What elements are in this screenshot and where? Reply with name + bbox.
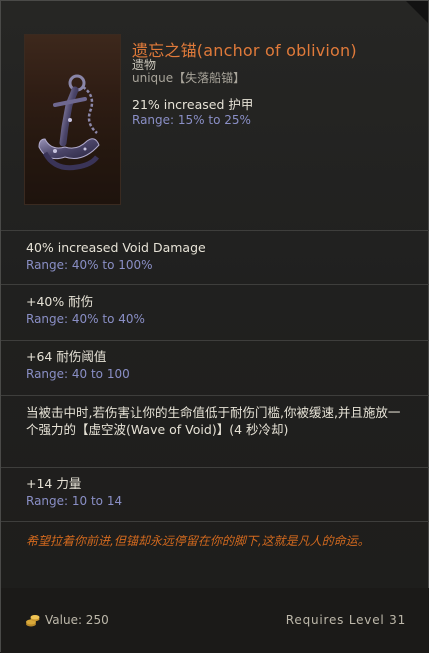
level-requirement: Requires Level 31: [285, 613, 406, 627]
item-value: Value: 250: [45, 613, 109, 627]
item-tooltip: 遗忘之锚(anchor of oblivion) 遗物 unique【失落船锚】…: [0, 0, 429, 653]
mod-row: +40% 耐伤 Range: 40% to 40%: [26, 293, 406, 328]
mod-text: 40% increased Void Damage: [26, 240, 206, 255]
anchor-icon: [24, 34, 121, 205]
item-name: 遗忘之锚(anchor of oblivion): [132, 41, 357, 60]
mod-text: 当被击中时,若伤害让你的生命值低于耐伤门槛,你被缓速,并且施放一个强力的【虚空波…: [26, 405, 401, 437]
mod-text: +64 耐伤阈值: [26, 349, 107, 364]
mod-range: Range: 40 to 100: [26, 367, 130, 381]
implicit-mod: 21% increased 护甲: [132, 97, 254, 112]
implicit-range: Range: 15% to 25%: [132, 113, 251, 127]
gold-coins-icon: [24, 611, 42, 629]
mod-row: 当被击中时,若伤害让你的生命值低于耐伤门槛,你被缓速,并且施放一个强力的【虚空波…: [26, 404, 406, 438]
mod-range: Range: 40% to 100%: [26, 258, 153, 272]
divider: [1, 521, 429, 522]
mod-text: +40% 耐伤: [26, 294, 94, 309]
divider: [1, 467, 429, 468]
mod-row: +14 力量 Range: 10 to 14: [26, 475, 406, 510]
mod-row: +64 耐伤阈值 Range: 40 to 100: [26, 348, 406, 383]
item-rarity: unique【失落船锚】: [132, 71, 246, 85]
mod-range: Range: 10 to 14: [26, 494, 123, 508]
divider: [1, 340, 429, 341]
mod-text: +14 力量: [26, 476, 82, 491]
item-header: 遗忘之锚(anchor of oblivion) 遗物 unique【失落船锚】…: [1, 1, 429, 230]
mod-range: Range: 40% to 40%: [26, 312, 145, 326]
mod-row: 40% increased Void Damage Range: 40% to …: [26, 239, 406, 274]
divider: [1, 395, 429, 396]
divider: [1, 284, 429, 285]
divider: [1, 230, 429, 231]
lore-text: 希望拉着你前进,但锚却永远停留在你的脚下,这就是凡人的命运。: [26, 534, 370, 548]
